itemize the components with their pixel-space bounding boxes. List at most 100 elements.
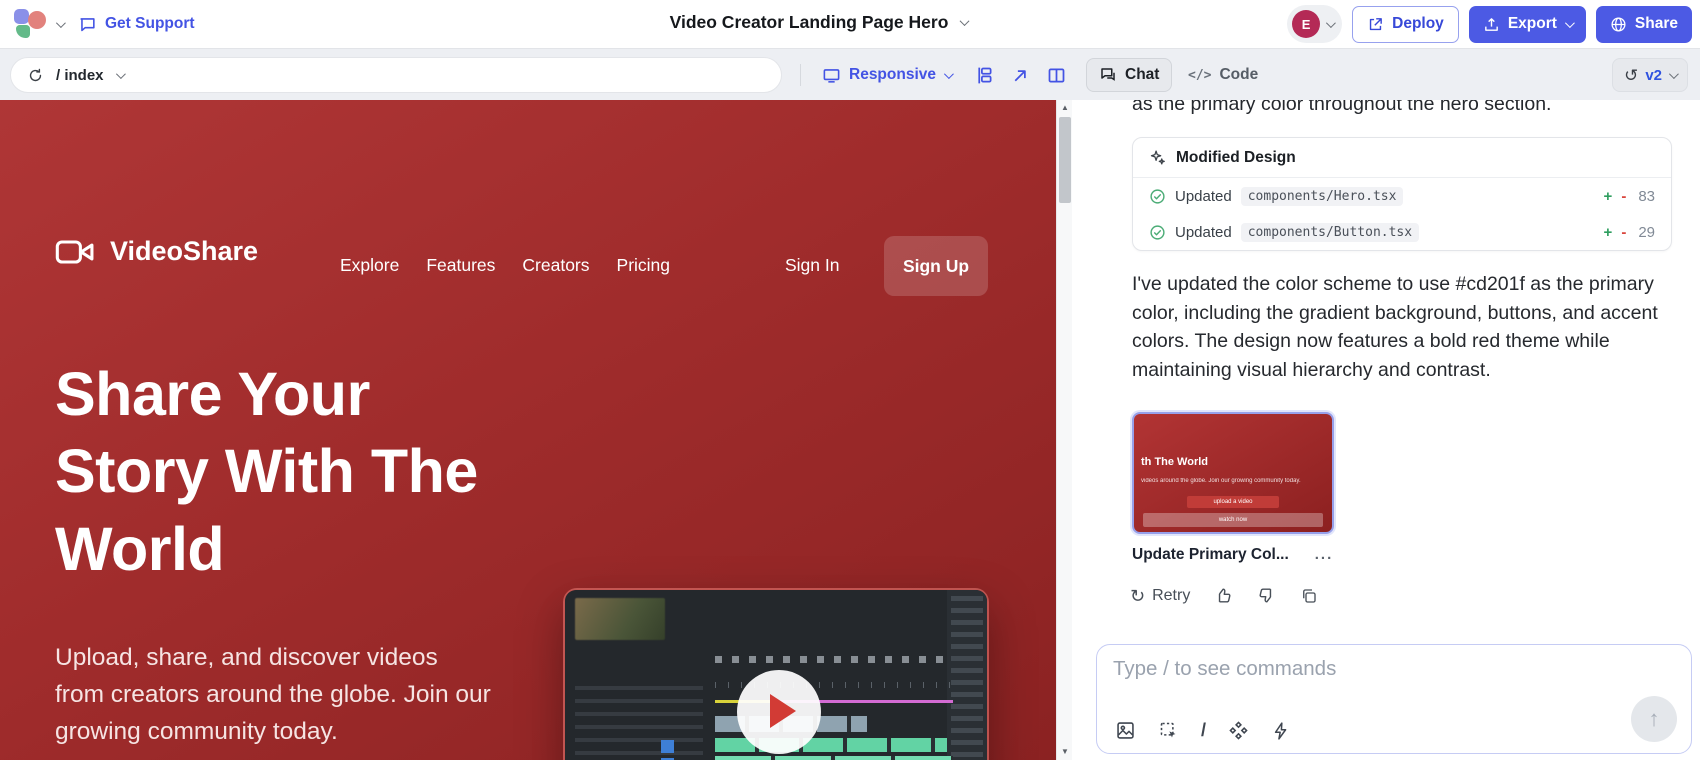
- topbar: Get Support Video Creator Landing Page H…: [0, 0, 1700, 48]
- device-mode-dropdown[interactable]: Responsive: [822, 59, 951, 91]
- input-tools: /: [1115, 720, 1291, 741]
- video-still: [565, 590, 987, 760]
- chevron-down-icon[interactable]: [56, 18, 66, 28]
- tab-code[interactable]: </> Code: [1180, 58, 1266, 92]
- scrollbar-thumb[interactable]: [1059, 117, 1071, 203]
- lightning-icon: [1271, 721, 1291, 741]
- check-circle-icon: [1149, 224, 1166, 241]
- retry-label: Retry: [1152, 587, 1190, 605]
- file-action: Updated: [1175, 224, 1232, 241]
- copy-button[interactable]: [1300, 587, 1318, 605]
- split-view-button[interactable]: [1046, 65, 1067, 86]
- nav-link-features[interactable]: Features: [426, 255, 495, 276]
- arrow-up-right-icon: [1010, 65, 1031, 86]
- image-icon: [1115, 720, 1136, 741]
- url-path: / index: [56, 67, 104, 84]
- toolbar-divider: [800, 64, 801, 86]
- preview-scrollbar[interactable]: ▲ ▼: [1056, 100, 1072, 760]
- modified-design-title: Modified Design: [1176, 149, 1296, 167]
- version-selector[interactable]: ↺ v2: [1612, 58, 1688, 92]
- attach-image-button[interactable]: [1115, 720, 1136, 741]
- chat-input-box: / ↑: [1096, 644, 1692, 754]
- sign-in-link[interactable]: Sign In: [785, 255, 839, 276]
- chat-bubbles-icon: [1099, 66, 1117, 84]
- nav-link-creators[interactable]: Creators: [522, 255, 589, 276]
- sign-up-button[interactable]: Sign Up: [884, 236, 988, 296]
- scroll-down-arrow[interactable]: ▼: [1057, 745, 1073, 759]
- message-actions: ↻ Retry: [1130, 586, 1318, 605]
- retry-button[interactable]: ↻ Retry: [1130, 587, 1190, 605]
- chevron-down-icon: [1565, 18, 1575, 28]
- diff-minus: -: [1621, 224, 1626, 241]
- retry-icon: ↻: [1130, 587, 1145, 605]
- url-bar[interactable]: / index: [10, 57, 782, 93]
- logo-shape-blue: [14, 9, 29, 24]
- mini-upload-button: upload a video: [1187, 496, 1279, 508]
- share-button[interactable]: Share: [1596, 6, 1692, 43]
- thumbs-up-icon: [1214, 586, 1233, 605]
- deploy-label: Deploy: [1392, 15, 1444, 33]
- open-in-new-window-button[interactable]: [1010, 65, 1031, 86]
- tab-chat-label: Chat: [1125, 66, 1159, 84]
- account-menu[interactable]: E: [1287, 5, 1342, 43]
- file-change-row: Updated components/Hero.tsx + - 83: [1133, 178, 1671, 214]
- quick-actions-button[interactable]: [1271, 721, 1291, 741]
- site-brand[interactable]: VideoShare: [55, 236, 258, 267]
- site-nav: Explore Features Creators Pricing: [340, 255, 670, 276]
- mini-heading: th The World: [1141, 456, 1208, 468]
- file-path-chip: components/Button.tsx: [1241, 223, 1419, 242]
- assistant-message-clipped: as the primary color throughout the hero…: [1132, 100, 1692, 116]
- component-tree-button[interactable]: [974, 65, 995, 86]
- scroll-up-arrow[interactable]: ▲: [1057, 101, 1073, 115]
- diff-count: 83: [1638, 188, 1655, 205]
- monitor-icon: [822, 66, 841, 85]
- refresh-icon[interactable]: [27, 67, 44, 84]
- thumbs-down-icon: [1257, 586, 1276, 605]
- assistant-message: I've updated the color scheme to use #cd…: [1132, 270, 1688, 384]
- integrations-button[interactable]: [1228, 720, 1249, 741]
- slash-command-button[interactable]: /: [1201, 720, 1206, 741]
- nav-link-explore[interactable]: Explore: [340, 255, 399, 276]
- version-thumbnail[interactable]: th The World videos around the globe. Jo…: [1132, 412, 1334, 534]
- chat-bubble-icon: [78, 15, 97, 34]
- topbar-actions: E Deploy Export Share: [1287, 5, 1692, 43]
- file-action: Updated: [1175, 188, 1232, 205]
- app-logo[interactable]: [12, 7, 50, 41]
- select-element-button[interactable]: [1158, 720, 1179, 741]
- deploy-button[interactable]: Deploy: [1352, 6, 1459, 43]
- select-area-icon: [1158, 720, 1179, 741]
- copy-icon: [1300, 587, 1318, 605]
- mini-description: videos around the globe. Join our growin…: [1141, 478, 1301, 484]
- export-label: Export: [1508, 15, 1557, 33]
- thumbs-down-button[interactable]: [1257, 586, 1276, 605]
- export-button[interactable]: Export: [1469, 6, 1586, 43]
- more-options-icon[interactable]: ...: [1315, 552, 1334, 558]
- split-columns-icon: [1046, 65, 1067, 86]
- thumbs-up-button[interactable]: [1214, 586, 1233, 605]
- mini-watch-button: watch now: [1143, 513, 1323, 527]
- play-button[interactable]: [737, 670, 821, 754]
- get-support-button[interactable]: Get Support: [78, 10, 195, 38]
- site-brand-label: VideoShare: [110, 236, 258, 267]
- version-label-row: Update Primary Col... ...: [1132, 546, 1333, 564]
- chat-panel: as the primary color throughout the hero…: [1072, 100, 1700, 760]
- diff-count: 29: [1638, 224, 1655, 241]
- logo-shape-green: [16, 25, 30, 38]
- chevron-down-icon: [959, 16, 969, 26]
- hero-video-player[interactable]: [563, 588, 989, 760]
- version-label[interactable]: Update Primary Col...: [1132, 546, 1289, 564]
- external-link-icon: [1367, 16, 1384, 33]
- logo-shape-red: [28, 11, 46, 29]
- get-support-label: Get Support: [105, 15, 195, 33]
- device-mode-label: Responsive: [849, 66, 936, 84]
- chevron-down-icon[interactable]: [115, 69, 125, 79]
- chat-input[interactable]: [1113, 657, 1633, 681]
- tab-chat[interactable]: Chat: [1086, 58, 1172, 92]
- nav-link-pricing[interactable]: Pricing: [617, 255, 671, 276]
- sparkle-icon: [1149, 149, 1166, 166]
- project-title-menu[interactable]: Video Creator Landing Page Hero: [670, 12, 967, 33]
- avatar: E: [1292, 10, 1320, 38]
- tab-code-label: Code: [1219, 66, 1258, 84]
- history-icon: ↺: [1624, 67, 1638, 84]
- send-button[interactable]: ↑: [1631, 696, 1677, 742]
